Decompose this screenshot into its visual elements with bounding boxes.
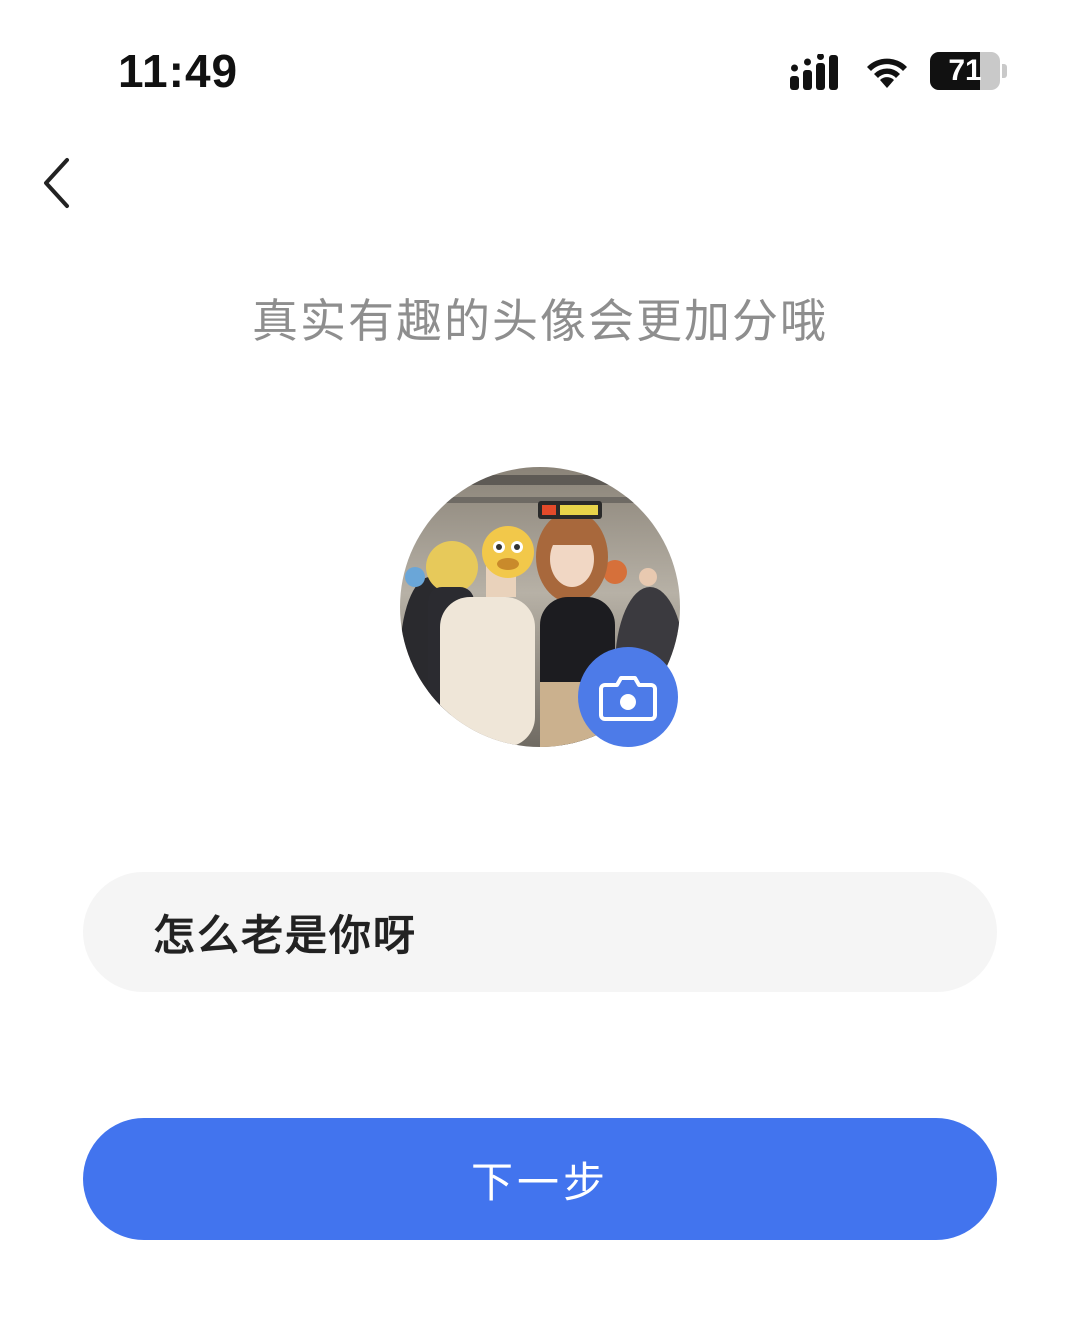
battery-cap [1002,64,1007,78]
avatar-section [400,467,680,747]
cellular-signal-icon [790,54,838,90]
status-bar: 11:49 71 [0,0,1080,140]
nickname-input[interactable] [151,906,935,958]
battery-percent: 71 [948,54,982,87]
nickname-field[interactable] [83,872,997,992]
page-title: 真实有趣的头像会更加分哦 [252,294,828,348]
camera-icon [599,676,657,721]
next-step-button[interactable]: 下一步 [83,1118,997,1240]
wifi-icon [867,58,907,88]
battery-indicator: 71 [930,52,1000,90]
camera-button[interactable] [578,647,678,747]
chevron-left-icon [44,158,69,208]
back-button[interactable] [30,150,90,220]
status-time: 11:49 [118,45,239,97]
